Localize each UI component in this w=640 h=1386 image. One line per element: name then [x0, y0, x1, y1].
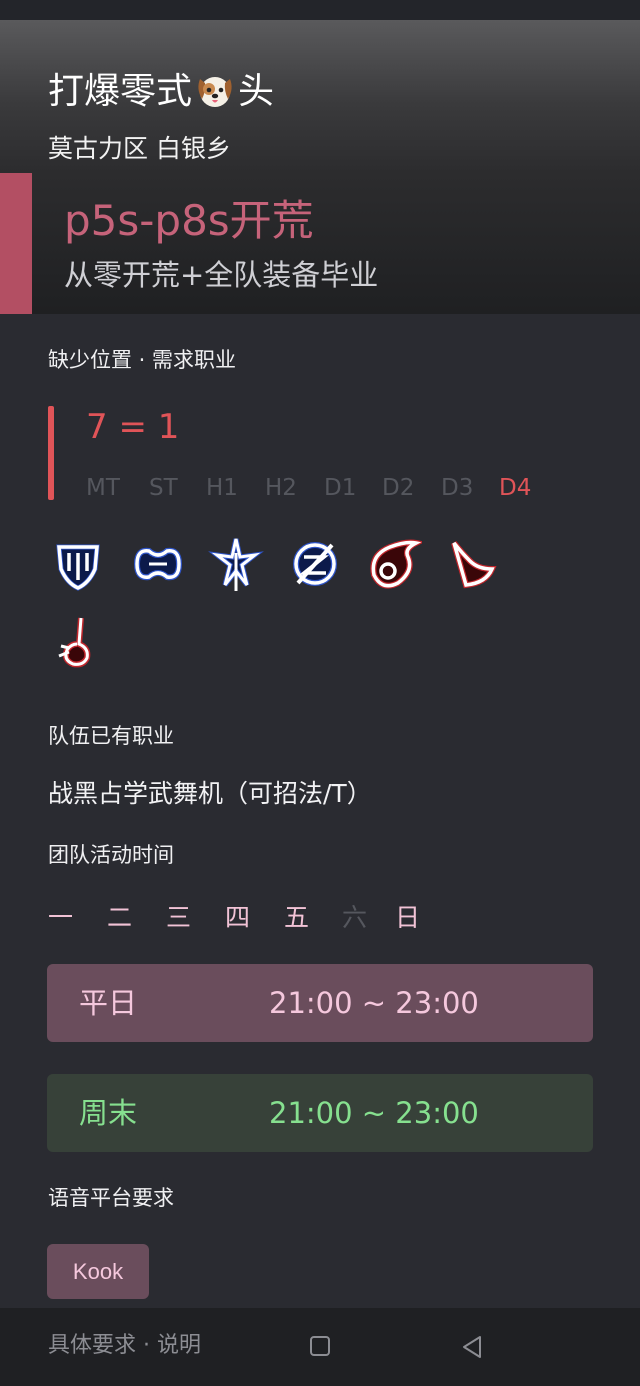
existing-roles: 战黑占学武舞机（可招法/T） — [48, 779, 372, 808]
bard-icon — [451, 541, 497, 589]
home-square-icon[interactable] — [310, 1336, 330, 1356]
weekend-time: 21:00 ~ 23:00 — [269, 1096, 479, 1130]
position-d3: D3 — [441, 475, 474, 501]
position-d4: D4 — [499, 475, 532, 501]
team-name: 打爆零式 头 — [48, 70, 274, 114]
banner-accent-bar — [0, 173, 32, 314]
weekend-time-card: 周末 21:00 ~ 23:00 — [47, 1074, 593, 1152]
position-d2: D2 — [382, 475, 415, 501]
voice-platform-tag: Kook — [47, 1244, 149, 1299]
back-triangle-icon[interactable] — [460, 1334, 486, 1360]
weekend-label: 周末 — [79, 1096, 138, 1130]
position-d1: D1 — [324, 475, 357, 501]
weekday-time: 21:00 ~ 23:00 — [269, 986, 479, 1020]
paladin-shield-icon — [56, 544, 100, 591]
need-indicator-bar — [48, 406, 54, 500]
scholar-icon — [293, 542, 337, 586]
day-mon: 一 — [48, 903, 74, 932]
red-mage-icon — [58, 617, 91, 668]
day-wed: 三 — [166, 903, 192, 932]
banner-subtitle: 从零开荒+全队装备毕业 — [64, 258, 379, 292]
position-mt: MT — [86, 475, 120, 501]
white-mage-icon — [208, 538, 264, 591]
recruit-banner: p5s-p8s开荒 从零开荒+全队装备毕业 — [0, 173, 640, 314]
day-sat: 六 — [342, 903, 368, 932]
team-name-suffix: 头 — [238, 71, 275, 112]
position-h1: H1 — [206, 475, 238, 501]
server-name: 莫古力区 白银乡 — [48, 134, 231, 163]
bottom-nav-bar: 具体要求 · 说明 — [0, 1308, 640, 1386]
schedule-section-label: 团队活动时间 — [48, 843, 174, 867]
need-count: 7 = 1 — [86, 407, 180, 447]
weekday-label: 平日 — [79, 986, 138, 1020]
need-section-label: 缺少位置 · 需求职业 — [48, 348, 237, 372]
status-bar — [0, 0, 640, 20]
team-header: 打爆零式 头 莫古力区 白银乡 — [0, 20, 640, 173]
dog-emoji-icon — [198, 77, 232, 107]
position-st: ST — [149, 475, 178, 501]
voice-section-label: 语音平台要求 — [48, 1186, 174, 1210]
position-h2: H2 — [265, 475, 297, 501]
day-thu: 四 — [225, 903, 251, 932]
day-fri: 五 — [284, 903, 310, 932]
black-mage-icon — [370, 539, 422, 589]
team-name-prefix: 打爆零式 — [48, 71, 193, 112]
weekday-time-card: 平日 21:00 ~ 23:00 — [47, 964, 593, 1042]
dark-knight-icon — [133, 547, 183, 581]
banner-title: p5s-p8s开荒 — [64, 196, 314, 245]
requirements-text: 具体要求 · 说明 — [48, 1333, 201, 1358]
day-tue: 二 — [107, 903, 133, 932]
day-sun: 日 — [395, 903, 421, 932]
roles-section-label: 队伍已有职业 — [48, 724, 174, 748]
